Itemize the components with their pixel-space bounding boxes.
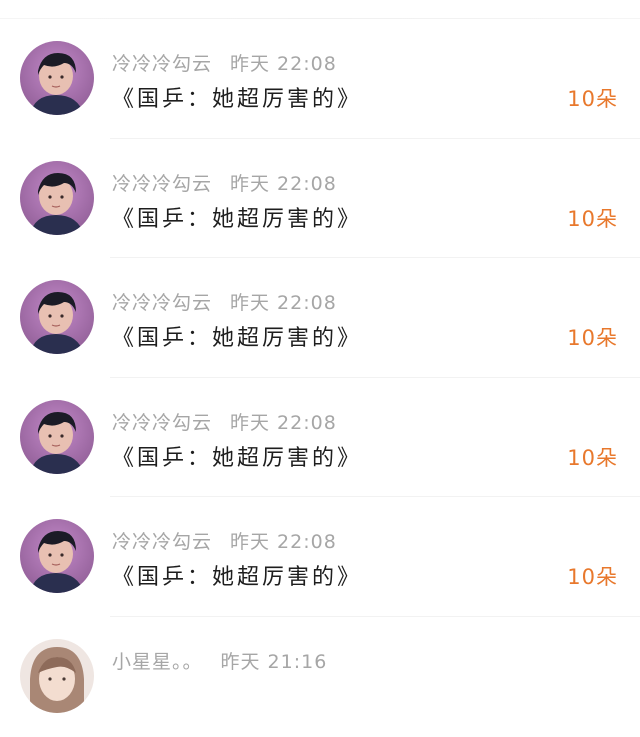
username[interactable]: 冷冷冷勾云 xyxy=(112,531,212,553)
comment-meta: 冷冷冷勾云 昨天 22:08 xyxy=(112,408,337,435)
comment-list: 冷冷冷勾云 昨天 22:08 《国乒：她超厉害的》 10朵 冷冷冷勾云 昨天 2… xyxy=(0,19,640,737)
gift-count: 10朵 xyxy=(567,206,618,231)
gift-count: 10朵 xyxy=(567,326,618,351)
comment-title[interactable]: 《国乒：她超厉害的》 xyxy=(112,201,362,233)
comment-title[interactable]: 《国乒：她超厉害的》 xyxy=(112,320,362,352)
comment-meta: 冷冷冷勾云 昨天 22:08 xyxy=(112,527,337,554)
username[interactable]: 冷冷冷勾云 xyxy=(112,173,212,195)
avatar[interactable] xyxy=(20,399,94,474)
avatar[interactable] xyxy=(20,638,94,713)
avatar-icon xyxy=(20,280,94,355)
username[interactable]: 冷冷冷勾云 xyxy=(112,292,212,314)
timestamp: 昨天 22:08 xyxy=(230,172,337,195)
avatar[interactable] xyxy=(20,160,94,235)
comment-title[interactable]: 《国乒：她超厉害的》 xyxy=(112,559,362,591)
comment-title[interactable]: 《国乒：她超厉害的》 xyxy=(112,81,362,113)
avatar-icon xyxy=(20,41,94,115)
avatar[interactable] xyxy=(20,41,94,115)
comment-meta: 冷冷冷勾云 昨天 22:08 xyxy=(112,169,337,196)
avatar[interactable] xyxy=(20,280,94,355)
list-item[interactable]: 冷冷冷勾云 昨天 22:08 《国乒：她超厉害的》 10朵 xyxy=(0,497,640,617)
timestamp: 昨天 22:08 xyxy=(230,411,337,434)
list-item[interactable]: 冷冷冷勾云 昨天 22:08 《国乒：她超厉害的》 10朵 xyxy=(0,378,640,498)
avatar-icon xyxy=(20,638,94,713)
gift-count: 10朵 xyxy=(567,565,618,590)
timestamp: 昨天 22:08 xyxy=(230,292,337,315)
avatar-icon xyxy=(20,519,94,594)
timestamp: 昨天 21:16 xyxy=(220,650,328,673)
comment-meta: 冷冷冷勾云 昨天 22:08 xyxy=(112,288,337,315)
comment-title[interactable]: 《国乒：她超厉害的》 xyxy=(112,440,362,472)
username[interactable]: 小星星。。 xyxy=(112,651,203,673)
avatar-icon xyxy=(20,399,94,474)
username[interactable]: 冷冷冷勾云 xyxy=(112,53,212,75)
gift-count: 10朵 xyxy=(567,87,618,111)
timestamp: 昨天 22:08 xyxy=(230,531,337,554)
gift-count: 10朵 xyxy=(567,445,618,470)
avatar-icon xyxy=(20,160,94,235)
avatar[interactable] xyxy=(20,519,94,594)
list-item[interactable]: 冷冷冷勾云 昨天 22:08 《国乒：她超厉害的》 10朵 xyxy=(0,258,640,378)
comment-meta: 冷冷冷勾云 昨天 22:08 xyxy=(112,49,337,76)
list-item[interactable]: 冷冷冷勾云 昨天 22:08 《国乒：她超厉害的》 10朵 xyxy=(0,19,640,139)
username[interactable]: 冷冷冷勾云 xyxy=(112,412,212,434)
list-item[interactable]: 冷冷冷勾云 昨天 22:08 《国乒：她超厉害的》 10朵 xyxy=(0,139,640,259)
comment-meta: 小星星。。 昨天 21:16 xyxy=(112,647,327,674)
list-item[interactable]: 小星星。。 昨天 21:16 xyxy=(0,617,640,737)
timestamp: 昨天 22:08 xyxy=(230,53,337,75)
